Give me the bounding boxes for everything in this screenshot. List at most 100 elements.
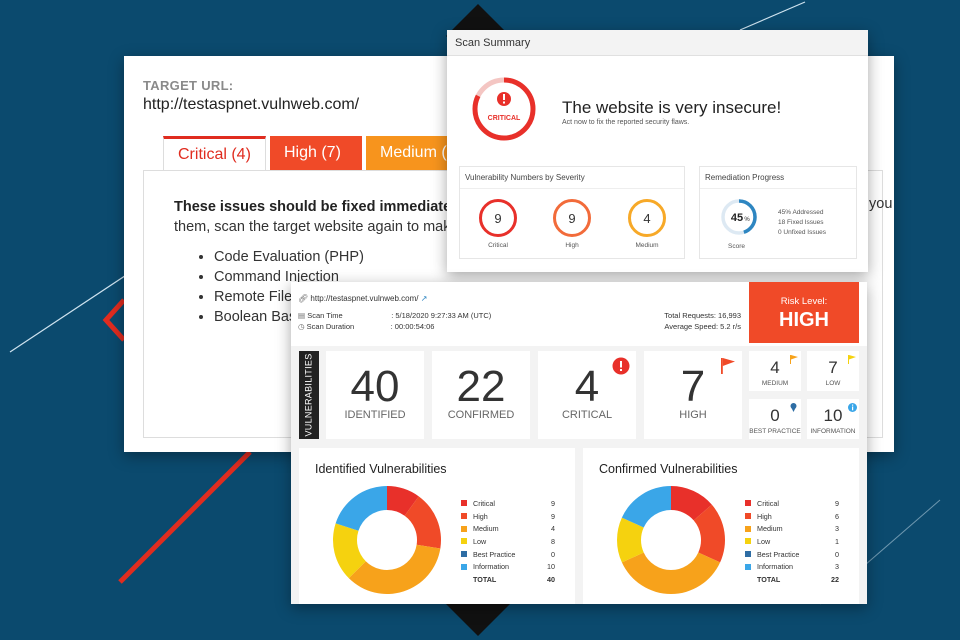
legend-row-information: Information 10 [461,560,555,573]
vulnerabilities-side-label: VULNERABILITIES [299,351,319,439]
flag-icon [721,358,735,374]
legend-label: Low [473,536,487,546]
critical-card[interactable]: 4 CRITICAL [538,351,636,439]
legend-label: Information [473,562,509,572]
legend-label: Medium [757,524,783,534]
fix-text-fragment: you [869,196,893,212]
fix-line-2: them, scan the target website again to m… [174,219,459,235]
information-mini-label: INFORMATION [810,428,856,435]
high-count: 9 [553,199,591,237]
best-practice-mini-label: BEST PRACTICE [749,428,801,435]
legend-swatch [745,538,751,545]
scan-url-row: 🔗︎ http://testaspnet.vulnweb.com/ ↗ [298,294,427,303]
fix-line-1: These issues should be fixed immediately [174,199,464,215]
legend-row-critical: Critical 9 [461,497,555,510]
donut-slice-medium[interactable] [621,552,721,594]
medium-mini-label: MEDIUM [761,380,789,387]
target-url[interactable]: http://testaspnet.vulnweb.com/ [143,96,359,114]
legend-value: 3 [835,562,839,572]
scan-times: ▤ Scan Time: 5/18/2020 9:27:33 AM (UTC) … [298,310,491,332]
info-icon [848,403,857,412]
tab-critical[interactable]: Critical (4) [163,136,266,170]
legend-total-label: TOTAL [473,574,497,584]
legend-label: Critical [473,498,495,508]
legend-label: Low [757,536,771,546]
chart-title: Identified Vulnerabilities [315,462,447,476]
high-card[interactable]: 7 HIGH [644,351,742,439]
confirmed-label: CONFIRMED [447,409,515,421]
legend-total-row: TOTAL 22 [745,573,839,586]
legend-row-high: High 6 [745,510,839,523]
donut-slice-information[interactable] [335,486,387,531]
legend-swatch [461,500,467,507]
average-speed: Average Speed: 5.2 r/s [664,322,741,331]
legend-swatch [461,563,467,570]
legend-label: Medium [473,524,499,534]
low-mini-label: LOW [825,380,841,387]
remediation-box: Remediation Progress 45 % Score 45% Addr… [699,166,857,259]
legend-value: 9 [835,498,839,508]
severity-tabs: Critical (4) High (7) Medium ( [163,136,490,170]
identified-card[interactable]: 40 IDENTIFIED [326,351,424,439]
risk-level-label: Risk Level: [780,296,828,307]
legend-swatch [745,551,751,558]
legend-row-best-practice: Best Practice 0 [461,548,555,561]
scan-time-label: Scan Time [307,311,343,320]
critical-label: CRITICAL [561,409,613,421]
scan-duration-label: Scan Duration [306,322,355,331]
addressed-text: 45% Addressed [778,209,824,216]
legend-value: 8 [551,536,555,546]
legend-total-value: 22 [831,574,839,584]
identified-label: IDENTIFIED [344,409,406,421]
confirmed-card[interactable]: 22 CONFIRMED [432,351,530,439]
medium-count-label: Medium [635,242,659,249]
information-mini[interactable]: 10 INFORMATION [807,399,859,439]
scan-url[interactable]: http://testaspnet.vulnweb.com/ [310,294,418,303]
legend-value: 9 [551,498,555,508]
legend-value: 6 [835,511,839,521]
legend-label: High [473,511,488,521]
legend-swatch [745,500,751,507]
medium-mini[interactable]: 4 MEDIUM [749,351,801,391]
tab-high[interactable]: High (7) [270,136,362,170]
identified-legend: Critical 9 High 9 Medium 4 Low 8 Best Practice 0 I… [461,497,555,586]
request-stats: Total Requests: 16,993 Average Speed: 5.… [664,310,741,332]
scan-dashboard: 🔗︎ http://testaspnet.vulnweb.com/ ↗ ▤ Sc… [291,282,867,604]
identified-chart-panel: Identified Vulnerabilities Critical 9 High… [299,448,575,604]
critical-count-label: Critical [488,242,508,249]
score-value: 45 [731,212,743,224]
flag-icon [848,355,856,364]
best-practice-mini[interactable]: 0 BEST PRACTICE [749,399,801,439]
critical-gauge: CRITICAL [471,76,537,147]
chart-title: Confirmed Vulnerabilities [599,462,738,476]
confirmed-legend: Critical 9 High 6 Medium 3 Low 1 Best Practice 0 I… [745,497,839,586]
unfixed-issues-text: 0 Unfixed Issues [778,229,827,236]
legend-label: High [757,511,772,521]
remediation-stats: 45% Addressed 18 Fixed Issues 0 Unfixed … [778,208,826,238]
risk-level-value: HIGH [779,309,829,331]
fixed-issues-text: 18 Fixed Issues [778,219,824,226]
scan-summary-panel: Scan Summary CRITICAL The website is ver… [447,30,868,272]
list-item[interactable]: Code Evaluation (PHP) [214,249,364,269]
legend-value: 0 [551,549,555,559]
external-link-icon[interactable]: ↗ [421,294,428,303]
gauge-label: CRITICAL [488,115,521,122]
severity-box: Vulnerability Numbers by Severity 9 Crit… [459,166,685,259]
pin-icon [790,403,797,412]
remediation-gauge: 45 % [720,198,758,241]
legend-row-low: Low 1 [745,535,839,548]
legend-swatch [745,513,751,520]
legend-value: 1 [835,536,839,546]
total-requests: Total Requests: 16,993 [664,311,741,320]
medium-count: 4 [628,199,666,237]
legend-value: 0 [835,549,839,559]
legend-row-high: High 9 [461,510,555,523]
target-url-label: TARGET URL: [143,78,234,93]
legend-value: 9 [551,511,555,521]
scan-duration-value: : 00:00:54:06 [390,322,435,331]
legend-row-information: Information 3 [745,560,839,573]
legend-label: Best Practice [473,549,516,559]
low-mini[interactable]: 7 LOW [807,351,859,391]
remediation-title: Remediation Progress [700,167,856,189]
donut-slice-medium[interactable] [348,544,441,594]
